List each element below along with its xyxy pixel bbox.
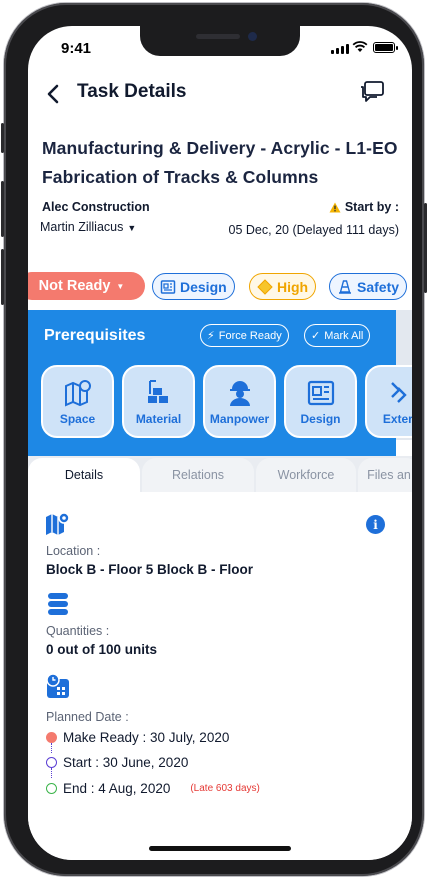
location-value: Block B - Floor 5 Block B - Floor: [46, 562, 254, 577]
start-date: 05 Dec, 20 (Delayed 111 days): [228, 223, 399, 237]
end-text: End : 4 Aug, 2020: [63, 781, 171, 796]
tab-workforce[interactable]: Workforce: [256, 458, 356, 492]
warning-icon: [329, 202, 341, 212]
prereq-external-tile[interactable]: Extern: [365, 365, 412, 438]
back-arrow-icon[interactable]: [44, 82, 62, 106]
planned-date-label: Planned Date :: [46, 710, 129, 724]
prereq-space-tile[interactable]: Space: [41, 365, 114, 438]
force-ready-button[interactable]: ⚡ Force Ready: [200, 324, 289, 347]
start-row: Start : 30 June, 2020: [46, 755, 188, 770]
camera: [248, 32, 257, 41]
prereq-material-label: Material: [135, 411, 182, 426]
tab-details[interactable]: Details: [28, 458, 140, 492]
quantities-value: 0 out of 100 units: [46, 642, 158, 657]
blueprint-icon: [307, 380, 334, 405]
priority-tag-label: High: [277, 278, 309, 295]
tab-label: Files an: [367, 468, 411, 482]
status-label: Not Ready: [38, 278, 111, 294]
status-time: 9:41: [61, 40, 92, 57]
blueprint-icon: [160, 279, 176, 294]
design-tag-label: Design: [180, 278, 227, 295]
status-dropdown[interactable]: Not Ready ▼: [28, 272, 145, 300]
make-ready-row: Make Ready : 30 July, 2020: [46, 730, 229, 745]
prereq-design-tile[interactable]: Design: [284, 365, 357, 438]
prereq-external-label: Extern: [382, 411, 412, 426]
location-label: Location :: [46, 544, 101, 558]
task-title: Manufacturing & Delivery - Acrylic - L1-…: [42, 138, 398, 187]
make-ready-dot: [46, 732, 57, 743]
late-badge: (Late 603 days): [190, 783, 260, 794]
prereq-manpower-label: Manpower: [209, 411, 270, 426]
header: Task Details: [28, 78, 412, 110]
assignee-dropdown[interactable]: Martin Zilliacus ▼: [40, 220, 136, 234]
home-indicator[interactable]: [149, 846, 291, 851]
diamond-icon: [257, 278, 273, 295]
worker-icon: [229, 380, 250, 406]
safety-tag[interactable]: Safety: [329, 273, 408, 300]
tab-label: Relations: [171, 468, 225, 482]
quantities-label: Quantities :: [46, 624, 110, 638]
force-ready-label: Force Ready: [218, 329, 282, 342]
map-pin-icon: [64, 379, 91, 407]
prerequisites-panel: Prerequisites ⚡ Force Ready ✓ Mark All S…: [28, 310, 412, 470]
calendar-clock-icon: [46, 673, 69, 698]
chat-icon[interactable]: [359, 80, 385, 106]
mark-all-label: Mark All: [324, 329, 364, 342]
caret-down-icon: ▼: [127, 223, 137, 233]
start-text: Start : 30 June, 2020: [63, 755, 189, 770]
prerequisites-title: Prerequisites: [44, 327, 146, 344]
phone-frame: 9:41 Task Details Manufacturing & Delive…: [1, 3, 427, 876]
notch: [140, 26, 300, 56]
design-tag[interactable]: Design: [152, 273, 235, 300]
battery-icon: [373, 42, 398, 53]
tab-label: Details: [64, 468, 104, 482]
lightning-icon: ⚡: [207, 330, 215, 342]
volume-up-button: [1, 181, 4, 237]
check-circle-icon: ✓: [311, 330, 321, 342]
start-by: Start by :: [329, 200, 399, 214]
start-dot: [46, 757, 57, 768]
prereq-manpower-tile[interactable]: Manpower: [203, 365, 276, 438]
tag-row: Not Ready ▼ Design High Safety: [28, 272, 412, 302]
volume-down-button: [1, 249, 4, 305]
power-button: [424, 203, 427, 293]
prerequisite-tiles: Space Material Manpower Design Exter: [41, 365, 412, 438]
page-title: Task Details: [77, 81, 187, 102]
material-icon: [147, 379, 168, 403]
start-by-label: Start by :: [344, 200, 399, 214]
prereq-material-tile[interactable]: Material: [122, 365, 195, 438]
tab-relations[interactable]: Relations: [142, 458, 254, 492]
mark-all-button[interactable]: ✓ Mark All: [304, 324, 371, 347]
speaker: [196, 34, 240, 39]
prereq-space-label: Space: [59, 411, 96, 426]
priority-tag[interactable]: High: [249, 273, 317, 300]
assignee-name: Martin Zilliacus: [40, 220, 124, 234]
wifi-icon: [352, 41, 368, 52]
tab-files[interactable]: Files an: [358, 458, 412, 492]
external-icon: [390, 381, 407, 403]
safety-tag-label: Safety: [357, 278, 400, 295]
cellular-signal-icon: [331, 44, 349, 54]
map-pin-icon: [46, 512, 70, 535]
prereq-design-label: Design: [300, 411, 341, 426]
mute-switch: [1, 123, 4, 153]
stack-icon: [48, 593, 68, 615]
info-icon[interactable]: i: [366, 515, 385, 534]
tab-label: Workforce: [277, 468, 335, 482]
end-row: End : 4 Aug, 2020 (Late 603 days): [46, 781, 260, 796]
cone-icon: [339, 279, 351, 294]
caret-down-icon: ▼: [116, 281, 125, 291]
company-name: Alec Construction: [42, 200, 150, 214]
make-ready-text: Make Ready : 30 July, 2020: [63, 730, 230, 745]
end-dot: [46, 783, 57, 794]
screen: 9:41 Task Details Manufacturing & Delive…: [28, 26, 412, 860]
